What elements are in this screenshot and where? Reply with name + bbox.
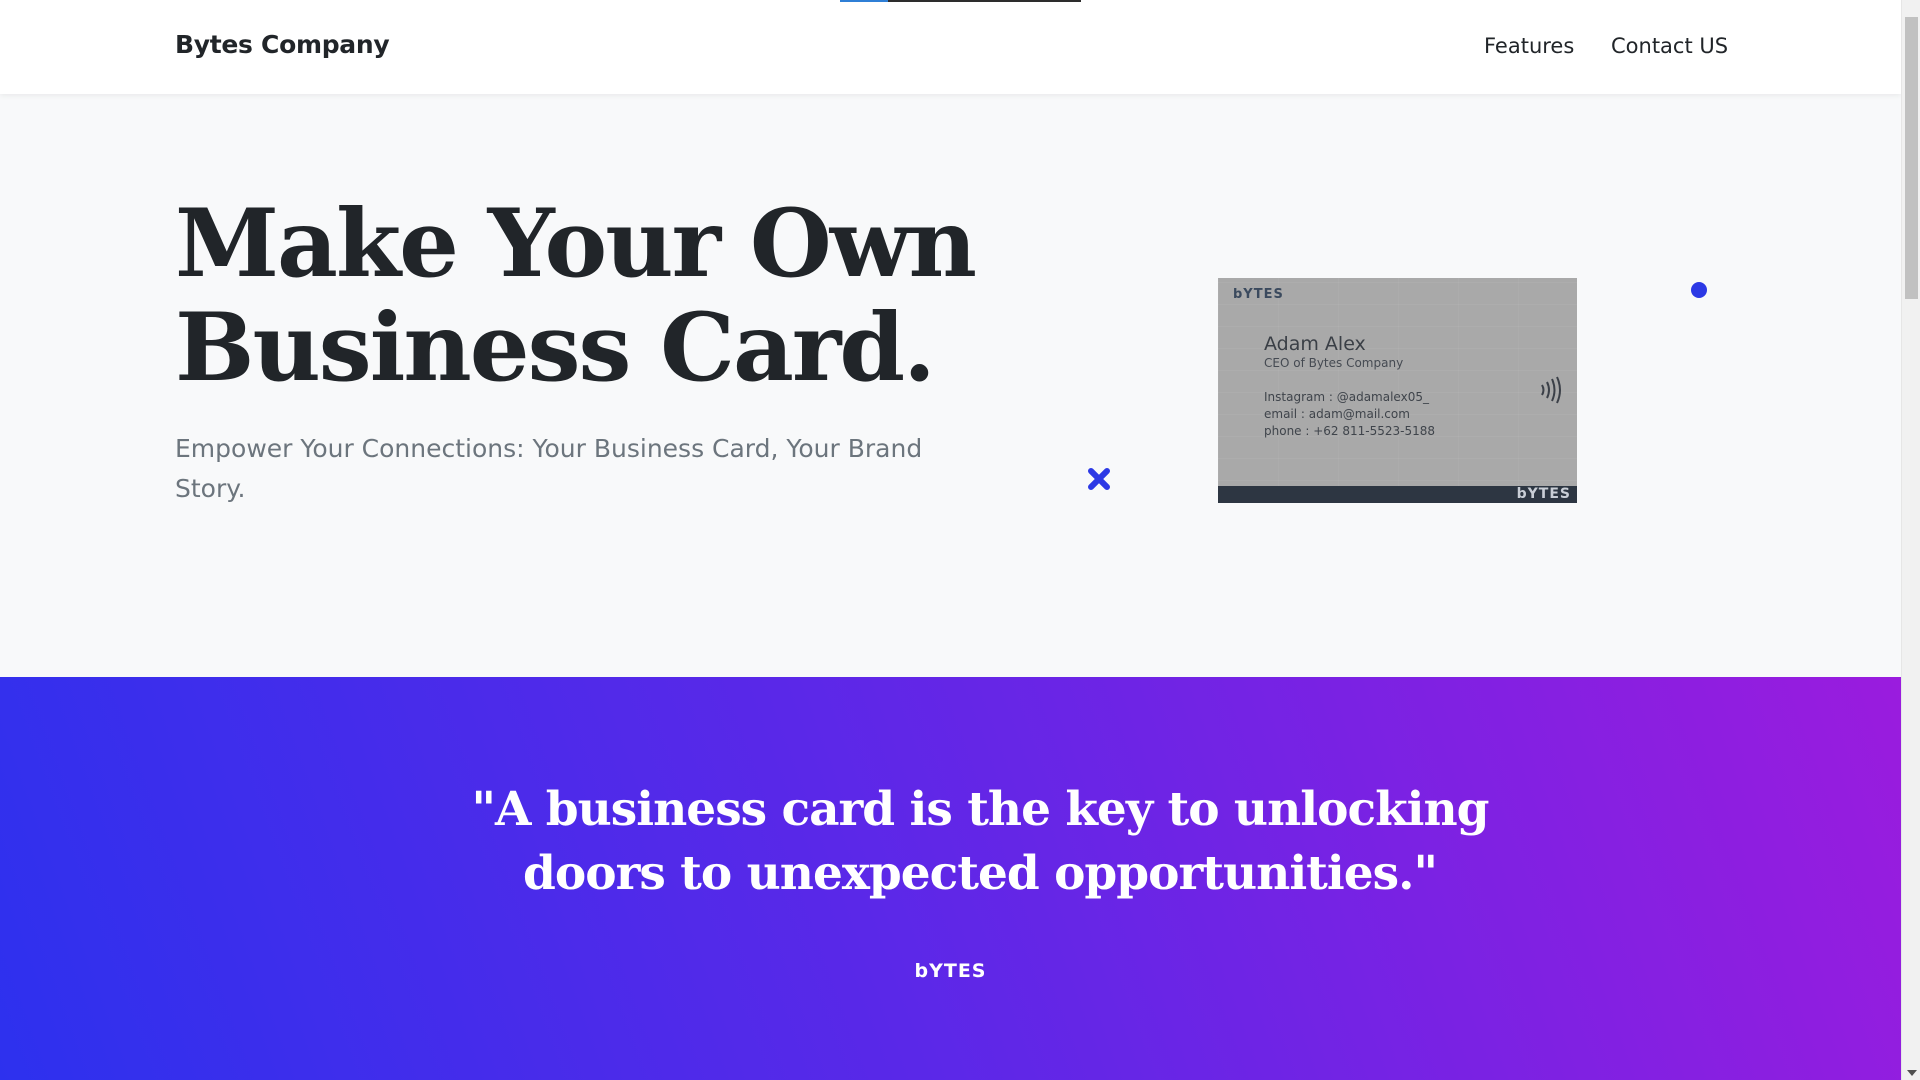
dot-icon	[1691, 282, 1707, 298]
x-mark-icon	[1088, 468, 1110, 490]
page-loading-bar-fill	[840, 0, 889, 2]
quote-text: "A business card is the key to unlocking…	[450, 778, 1510, 906]
card-name: Adam Alex	[1264, 333, 1366, 355]
nav-link-contact-us[interactable]: Contact US	[1611, 34, 1728, 58]
scrollbar-thumb[interactable]	[1905, 17, 1918, 299]
scroll-down-arrow-icon[interactable]	[1907, 1070, 1917, 1076]
hero-title: Make Your Own Business Card.	[175, 192, 995, 400]
nav-link-features[interactable]: Features	[1484, 34, 1574, 58]
card-bottom-strip: bYTES	[1218, 486, 1577, 503]
card-role: CEO of Bytes Company	[1264, 356, 1404, 370]
card-email: email : adam@mail.com	[1264, 407, 1410, 421]
card-phone: phone : +62 811-5523-5188	[1264, 424, 1436, 438]
nfc-icon	[1541, 376, 1561, 404]
navbar: Bytes Company Features Contact US	[0, 0, 1901, 94]
hero-title-line-1: Make Your Own	[175, 189, 977, 299]
page-viewport: Bytes Company Features Contact US Make Y…	[0, 0, 1901, 1080]
page-loading-bar	[840, 0, 1081, 2]
quote-section: "A business card is the key to unlocking…	[0, 677, 1901, 1080]
card-instagram: Instagram : @adamalex05_	[1264, 390, 1429, 404]
quote-logo: bYTES	[914, 960, 987, 982]
hero-section: Make Your Own Business Card. Empower You…	[0, 94, 1901, 677]
page-scrollbar[interactable]	[1901, 0, 1920, 1080]
hero-title-line-2: Business Card.	[175, 293, 936, 403]
quote-line-2: doors to unexpected opportunities."	[523, 846, 1438, 901]
card-logo-bottom: bYTES	[1516, 486, 1571, 502]
hero-subtitle: Empower Your Connections: Your Business …	[175, 434, 923, 503]
quote-line-1: "A business card is the key to unlocking	[471, 782, 1489, 837]
card-logo-top: bYTES	[1233, 287, 1284, 302]
brand-link[interactable]: Bytes Company	[175, 30, 390, 59]
business-card-image: bYTES Adam Alex CEO of Bytes Company Ins…	[1218, 278, 1577, 503]
